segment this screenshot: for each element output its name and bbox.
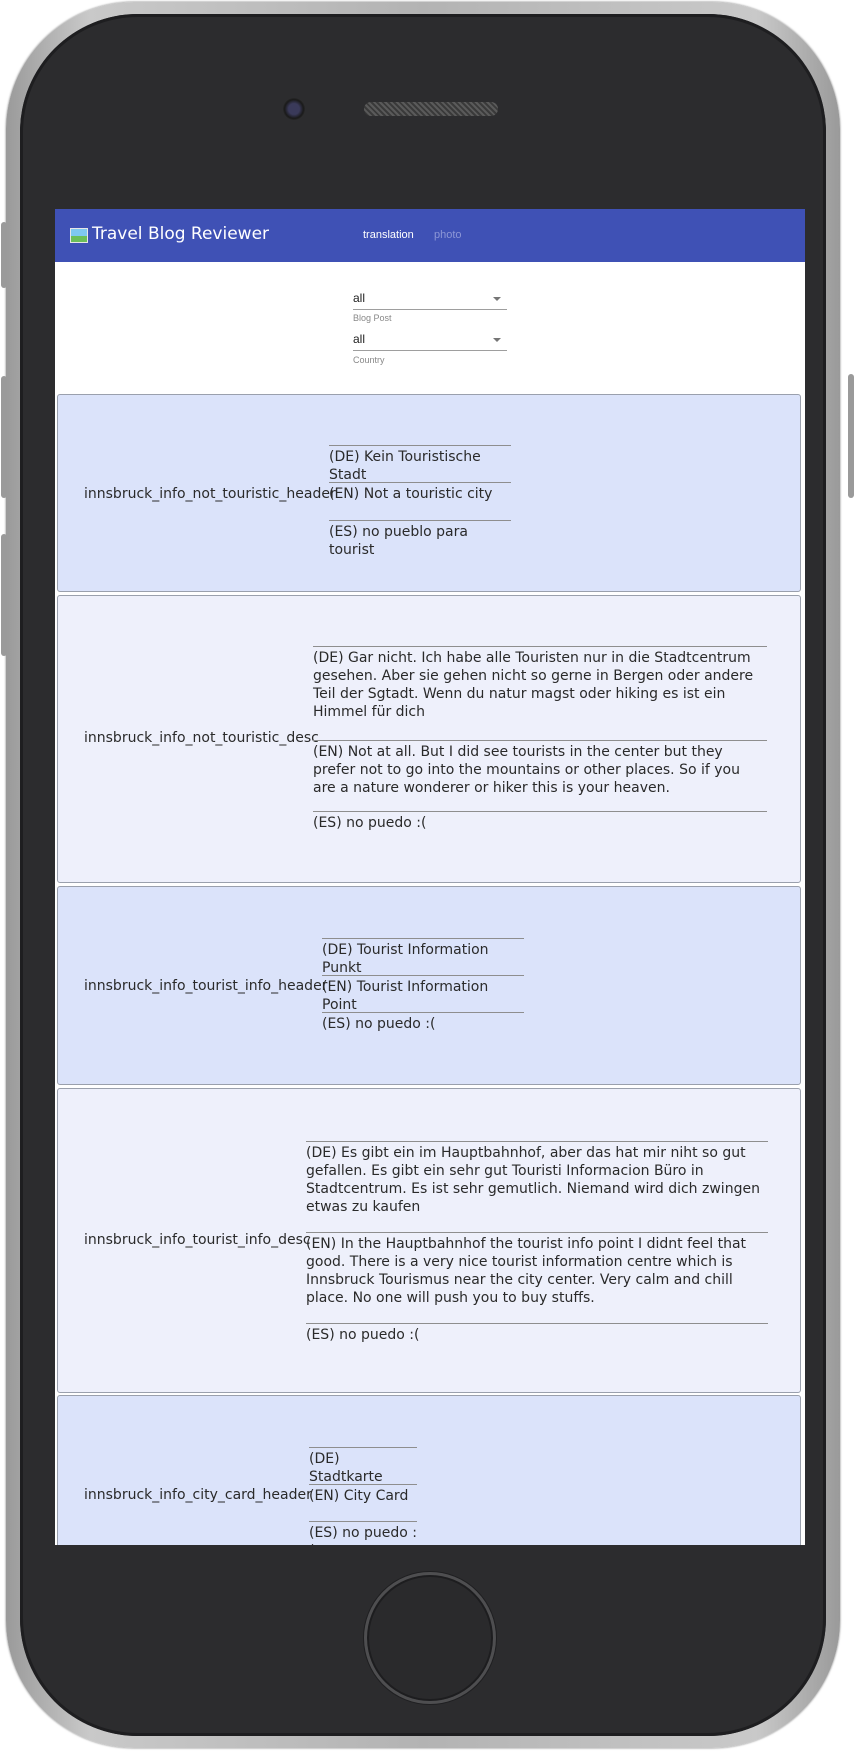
mute-switch xyxy=(1,222,7,288)
volume-down-button xyxy=(1,534,7,656)
chevron-down-icon xyxy=(493,338,501,342)
translation-en-field[interactable]: (EN) Tourist Information Point xyxy=(322,975,524,1014)
country-label: Country xyxy=(353,355,385,365)
country-select[interactable]: all xyxy=(353,328,507,351)
translation-es-field[interactable]: (ES) no pueblo para tourist xyxy=(329,520,511,559)
translation-en-field[interactable]: (EN) Not a touristic city xyxy=(329,482,511,503)
translation-es-field[interactable]: (ES) no puedo :( xyxy=(313,811,767,832)
volume-up-button xyxy=(1,376,7,498)
blog-post-select-value: all xyxy=(353,291,366,305)
translation-key: innsbruck_info_not_touristic_header xyxy=(84,486,336,502)
app-title: Travel Blog Reviewer xyxy=(92,224,270,244)
translation-card: innsbruck_info_not_touristic_header (DE)… xyxy=(57,394,801,592)
speaker-grille xyxy=(364,102,498,116)
translation-key: innsbruck_info_not_touristic_desc xyxy=(84,730,319,746)
translation-de-field[interactable]: (DE) Tourist Information Punkt xyxy=(322,938,524,977)
translation-card: innsbruck_info_not_touristic_desc (DE) G… xyxy=(57,595,801,883)
translation-de-field[interactable]: (DE) Gar nicht. Ich habe alle Touristen … xyxy=(313,646,767,721)
translation-key: innsbruck_info_tourist_info_desc xyxy=(84,1232,311,1248)
app-bar: Travel Blog Reviewer translation photo xyxy=(55,209,805,262)
blog-post-select[interactable]: all xyxy=(353,287,507,310)
front-camera-icon xyxy=(283,98,305,120)
translation-key: innsbruck_info_city_card_header xyxy=(84,1487,312,1503)
translation-de-field[interactable]: (DE) Stadtkarte xyxy=(309,1447,417,1486)
filters-panel: all Blog Post all Country xyxy=(55,262,805,392)
translation-de-field[interactable]: (DE) Kein Touristische Stadt xyxy=(329,445,511,484)
translation-es-field[interactable]: (ES) no puedo :( xyxy=(306,1323,768,1344)
translation-en-field[interactable]: (EN) City Card xyxy=(309,1484,417,1505)
tab-photo[interactable]: photo xyxy=(434,229,462,241)
translation-card: innsbruck_info_city_card_header (DE) Sta… xyxy=(57,1395,801,1545)
translation-es-field[interactable]: (ES) no puedo :( xyxy=(309,1521,417,1545)
country-select-value: all xyxy=(353,332,366,346)
translation-key: innsbruck_info_tourist_info_header xyxy=(84,978,328,994)
power-button xyxy=(848,374,854,498)
translation-de-field[interactable]: (DE) Es gibt ein im Hauptbahnhof, aber d… xyxy=(306,1141,768,1216)
translation-es-field[interactable]: (ES) no puedo :( xyxy=(322,1012,524,1033)
landscape-logo-icon xyxy=(70,228,88,243)
translation-card: innsbruck_info_tourist_info_desc (DE) Es… xyxy=(57,1088,801,1393)
chevron-down-icon xyxy=(493,297,501,301)
tab-translation[interactable]: translation xyxy=(363,229,414,241)
blog-post-label: Blog Post xyxy=(353,313,392,323)
translation-en-field[interactable]: (EN) In the Hauptbahnhof the tourist inf… xyxy=(306,1232,768,1307)
translation-en-field[interactable]: (EN) Not at all. But I did see tourists … xyxy=(313,740,767,797)
translation-card: innsbruck_info_tourist_info_header (DE) … xyxy=(57,886,801,1085)
home-button[interactable] xyxy=(364,1572,496,1704)
screen: Travel Blog Reviewer translation photo a… xyxy=(55,209,805,1545)
